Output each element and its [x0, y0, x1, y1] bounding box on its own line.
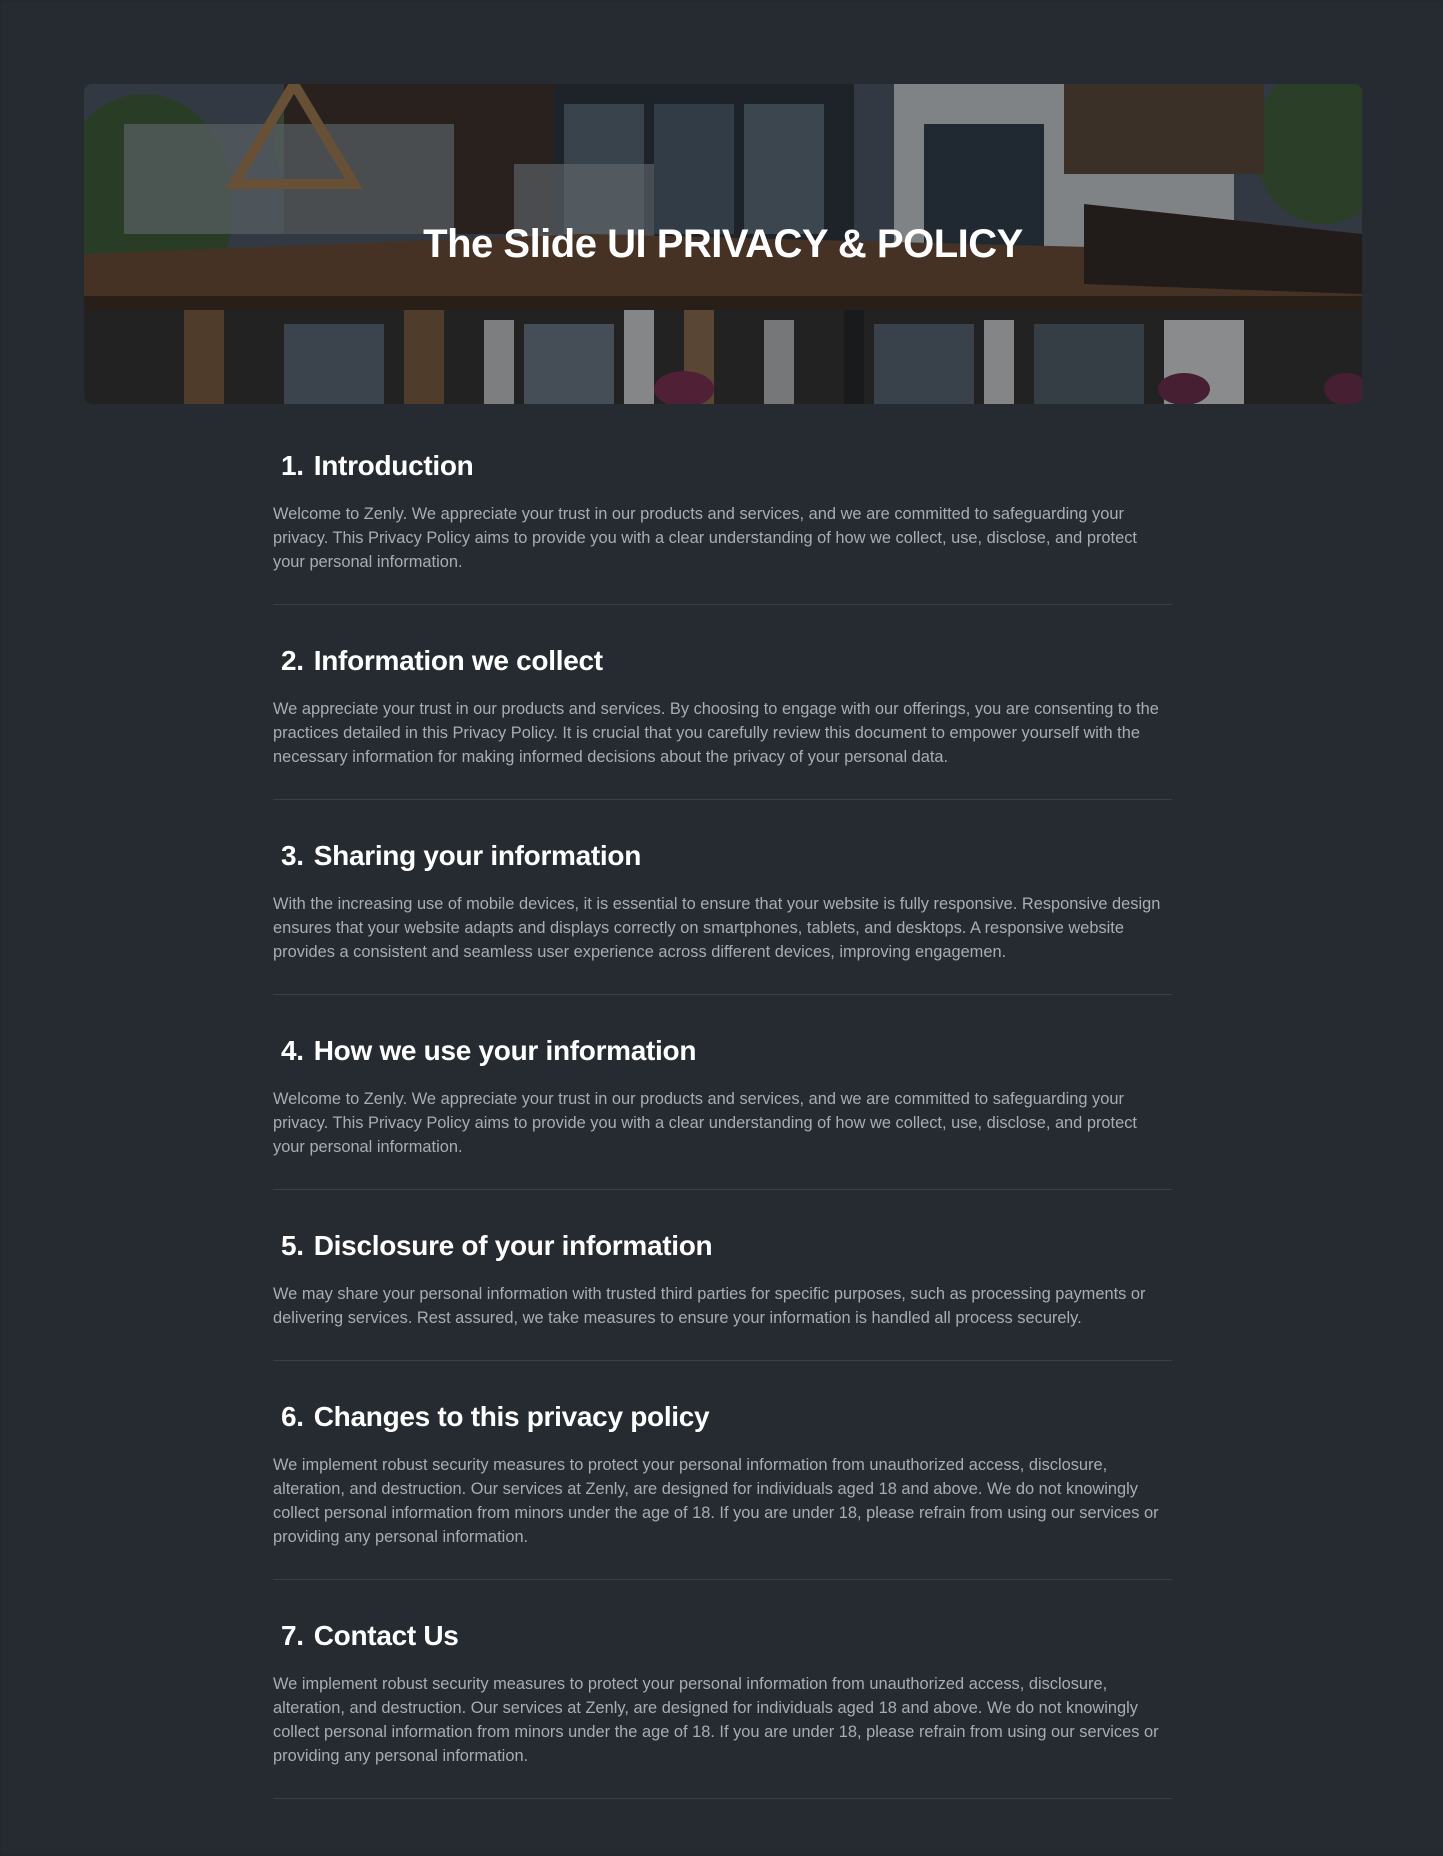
policy-section-introduction: 1. Introduction Welcome to Zenly. We appr…	[273, 448, 1172, 605]
policy-section-contact-us: 7. Contact Us We implement robust securit…	[273, 1618, 1172, 1799]
section-body: We implement robust security measures to…	[273, 1456, 1159, 1546]
page-title: The Slide UI PRIVACY & POLICY	[423, 222, 1023, 266]
section-body: We implement robust security measures to…	[273, 1675, 1159, 1765]
section-number: 2.	[281, 645, 304, 676]
section-body: Welcome to Zenly. We appreciate your tru…	[273, 505, 1137, 571]
section-title: Information we collect	[313, 645, 603, 676]
section-number: 6.	[281, 1401, 304, 1432]
section-heading: 2. Information we collect	[281, 643, 1172, 679]
policy-section-how-we-use-your-information: 4. How we use your information Welcome to…	[273, 1033, 1172, 1190]
policy-section-changes-to-this-privacy-policy: 6. Changes to this privacy policy We impl…	[273, 1399, 1172, 1580]
section-heading: 6. Changes to this privacy policy	[281, 1399, 1172, 1435]
section-title: Disclosure of your information	[313, 1230, 713, 1261]
hero-banner: The Slide UI PRIVACY & POLICY	[84, 84, 1362, 404]
section-heading: 1. Introduction	[281, 448, 1172, 484]
section-number: 1.	[281, 450, 304, 481]
section-heading: 4. How we use your information	[281, 1033, 1172, 1069]
section-number: 7.	[281, 1620, 304, 1651]
section-body: We may share your personal information w…	[273, 1285, 1146, 1327]
section-number: 5.	[281, 1230, 304, 1261]
section-body: Welcome to Zenly. We appreciate your tru…	[273, 1090, 1137, 1156]
section-title: Changes to this privacy policy	[313, 1401, 710, 1432]
section-heading: 3. Sharing your information	[281, 838, 1172, 874]
section-heading: 5. Disclosure of your information	[281, 1228, 1172, 1264]
section-heading: 7. Contact Us	[281, 1618, 1172, 1654]
section-number: 4.	[281, 1035, 304, 1066]
section-number: 3.	[281, 840, 304, 871]
section-title: Sharing your information	[313, 840, 642, 871]
section-title: How we use your information	[313, 1035, 697, 1066]
policy-content: 1. Introduction Welcome to Zenly. We appr…	[273, 448, 1172, 1837]
section-body: With the increasing use of mobile device…	[273, 895, 1161, 961]
policy-section-information-we-collect: 2. Information we collect We appreciate y…	[273, 643, 1172, 800]
section-body: We appreciate your trust in our products…	[273, 700, 1159, 766]
policy-section-sharing-your-information: 3. Sharing your information With the incr…	[273, 838, 1172, 995]
policy-section-disclosure-of-your-information: 5. Disclosure of your information We may …	[273, 1228, 1172, 1361]
section-title: Introduction	[313, 450, 474, 481]
section-title: Contact Us	[313, 1620, 459, 1651]
page: The Slide UI PRIVACY & POLICY 1. Introduc…	[2, 2, 1441, 1854]
